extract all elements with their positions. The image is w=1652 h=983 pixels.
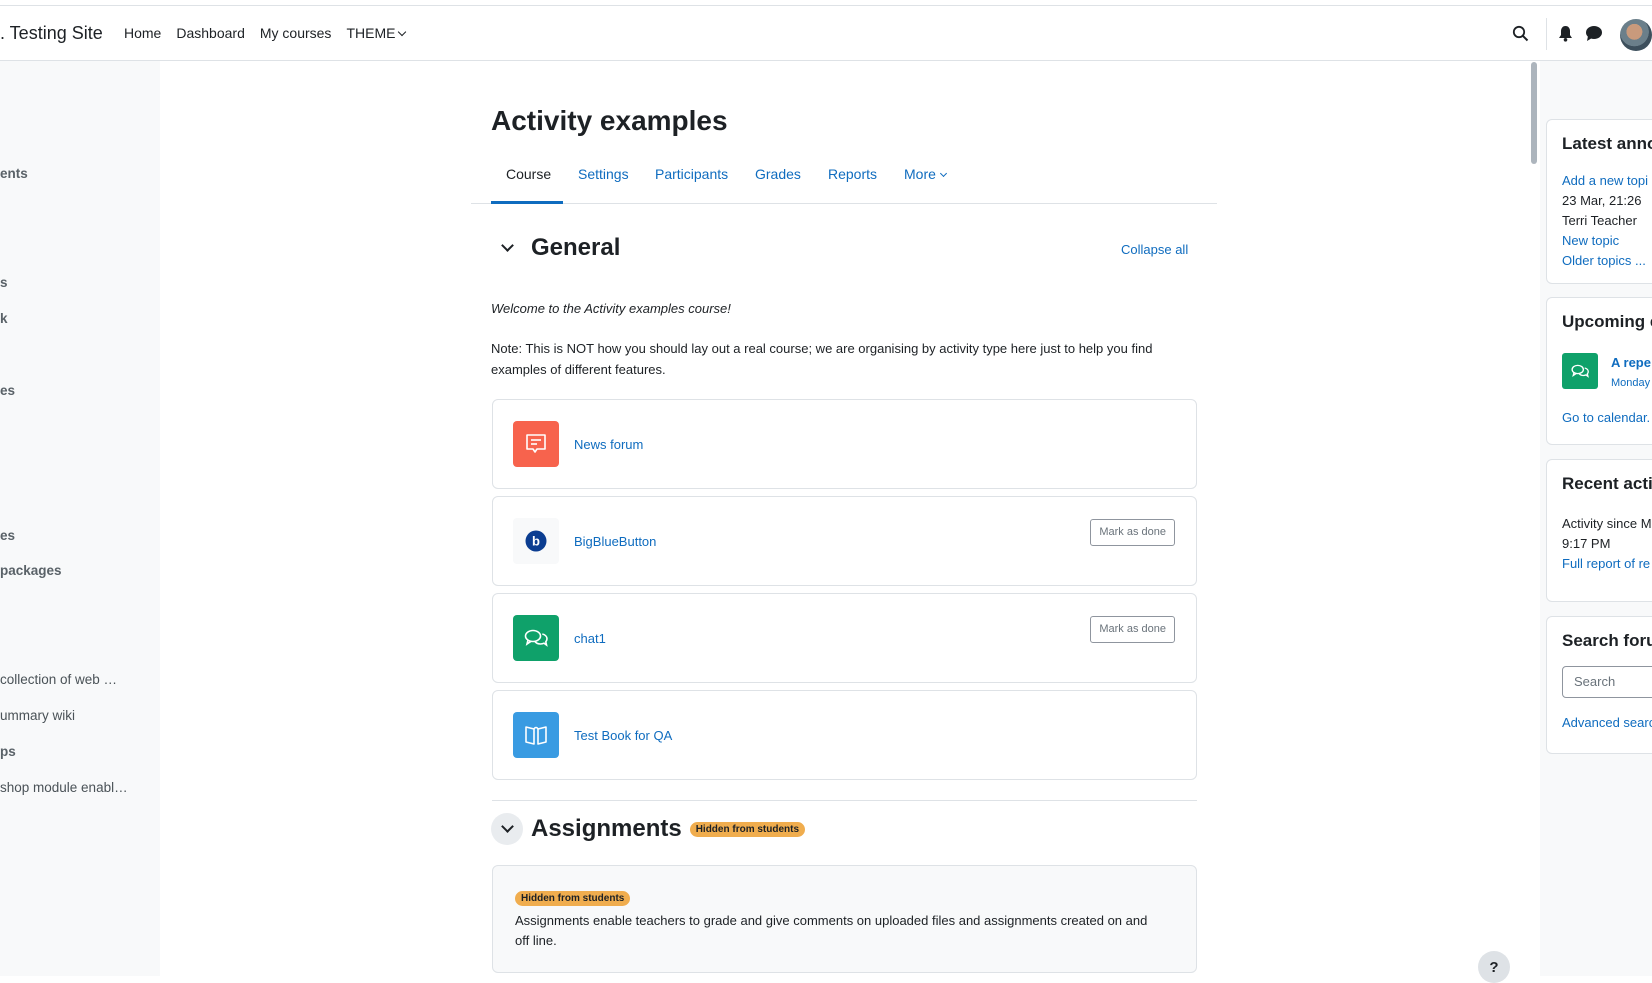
block-title: Recent acti — [1562, 474, 1652, 493]
tab-participants[interactable]: Participants — [655, 166, 728, 182]
announcement-author: Terri Teacher — [1562, 213, 1637, 228]
search-forums-input[interactable]: Search — [1562, 666, 1652, 698]
section-assignments-header: Assignments Hidden from students — [491, 813, 806, 845]
search-icon[interactable] — [1512, 25, 1529, 42]
avatar[interactable] — [1620, 19, 1652, 51]
section-summary: Hidden from students Assignments enable … — [492, 865, 1197, 973]
scrollbar-thumb[interactable] — [1531, 62, 1537, 164]
chevron-down-icon — [939, 169, 947, 178]
section-divider — [492, 800, 1197, 801]
block-latest-announcements: Latest anno Add a new topi 23 Mar, 21:26… — [1546, 119, 1652, 284]
course-secondary-navigation: Course Settings Participants Grades Repo… — [471, 150, 1217, 204]
course-index-item[interactable]: s — [0, 275, 8, 290]
navbar-divider — [1546, 18, 1547, 50]
activity-item: b BigBlueButton Mark as done — [492, 496, 1197, 586]
older-topics-link[interactable]: Older topics ... — [1562, 253, 1646, 268]
section-summary-text: Assignments enable teachers to grade and… — [515, 913, 1148, 948]
mark-as-done-button[interactable]: Mark as done — [1090, 519, 1175, 546]
advanced-search-link[interactable]: Advanced searc — [1562, 715, 1652, 730]
bigbluebutton-icon[interactable]: b — [513, 518, 559, 564]
book-icon[interactable] — [513, 712, 559, 758]
course-note-text: Note: This is NOT how you should lay out… — [491, 341, 1153, 377]
announcement-topic-link[interactable]: New topic — [1562, 233, 1619, 248]
block-title: Latest anno — [1562, 134, 1652, 153]
course-welcome-text: Welcome to the Activity examples course! — [491, 301, 731, 316]
course-index-item[interactable]: packages — [0, 563, 62, 578]
announcement-date: 23 Mar, 21:26 — [1562, 193, 1642, 208]
activity-link[interactable]: News forum — [574, 437, 643, 452]
activity-link[interactable]: Test Book for QA — [574, 728, 672, 743]
course-index-item[interactable]: ents — [0, 166, 28, 181]
page-title: Activity examples — [491, 105, 728, 136]
tab-course[interactable]: Course — [506, 166, 551, 182]
nav-dashboard[interactable]: Dashboard — [176, 25, 245, 41]
tab-more[interactable]: More — [904, 166, 947, 182]
tab-more-label: More — [904, 166, 936, 182]
activity-item: Test Book for QA — [492, 690, 1197, 780]
chat-icon — [1562, 353, 1598, 389]
course-index-item[interactable]: ps — [0, 744, 16, 759]
mark-as-done-button[interactable]: Mark as done — [1090, 616, 1175, 643]
block-upcoming-events: Upcoming e A repe Monday Go to calendar. — [1546, 297, 1652, 445]
page-scrollbar[interactable] — [1528, 61, 1540, 976]
course-index-item[interactable]: es — [0, 528, 15, 543]
primary-navigation: Home Dashboard My courses THEME — [124, 25, 420, 41]
collapse-section-button[interactable] — [491, 813, 523, 845]
event-link[interactable]: A repe — [1611, 355, 1651, 370]
chevron-down-icon — [500, 238, 514, 252]
section-general-header: General — [491, 232, 620, 264]
go-to-calendar-link[interactable]: Go to calendar. — [1562, 410, 1650, 425]
course-index-drawer: ents s k es es packages collection of we… — [0, 61, 160, 976]
hidden-from-students-badge: Hidden from students — [689, 821, 806, 837]
course-index-item[interactable]: shop module enabl… — [0, 780, 128, 795]
activity-item: News forum — [492, 399, 1197, 489]
block-recent-activity: Recent acti Activity since M 9:17 PM Ful… — [1546, 459, 1652, 602]
section-title[interactable]: Assignments — [531, 815, 682, 843]
chevron-down-icon — [500, 819, 514, 833]
tab-grades[interactable]: Grades — [755, 166, 801, 182]
activity-link[interactable]: BigBlueButton — [574, 534, 656, 549]
nav-home[interactable]: Home — [124, 25, 161, 41]
active-tab-indicator — [491, 201, 563, 204]
chat-icon[interactable] — [513, 615, 559, 661]
full-report-link[interactable]: Full report of re — [1562, 556, 1650, 571]
add-new-topic-link[interactable]: Add a new topi — [1562, 173, 1648, 188]
top-navbar: . Testing Site Home Dashboard My courses… — [0, 5, 1652, 61]
site-name[interactable]: . Testing Site — [0, 23, 103, 44]
course-index-item[interactable]: es — [0, 383, 15, 398]
svg-text:b: b — [532, 534, 540, 549]
section-title[interactable]: General — [531, 234, 620, 262]
tab-settings[interactable]: Settings — [578, 166, 629, 182]
block-search-forums: Search foru Search Advanced searc — [1546, 616, 1652, 754]
collapse-section-button[interactable] — [491, 232, 523, 264]
help-button[interactable]: ? — [1478, 951, 1510, 983]
event-date[interactable]: Monday — [1611, 377, 1650, 389]
chat-bubble-icon[interactable] — [1585, 25, 1603, 42]
activity-link[interactable]: chat1 — [574, 631, 606, 646]
block-title: Search foru — [1562, 631, 1652, 650]
bell-icon[interactable] — [1558, 25, 1573, 42]
forum-icon[interactable] — [513, 421, 559, 467]
course-index-item[interactable]: collection of web … — [0, 672, 117, 687]
block-title: Upcoming e — [1562, 312, 1652, 331]
chevron-down-icon — [398, 27, 407, 37]
nav-theme-label: THEME — [346, 25, 396, 41]
nav-theme-menu[interactable]: THEME — [346, 25, 407, 41]
nav-my-courses[interactable]: My courses — [260, 25, 332, 41]
course-index-item[interactable]: ummary wiki — [0, 708, 75, 723]
activity-since-text: Activity since M — [1562, 516, 1652, 531]
activity-since-time: 9:17 PM — [1562, 536, 1611, 551]
block-drawer: Latest anno Add a new topi 23 Mar, 21:26… — [1540, 61, 1652, 976]
tab-reports[interactable]: Reports — [828, 166, 877, 182]
collapse-all-link[interactable]: Collapse all — [1121, 242, 1188, 257]
course-index-item[interactable]: k — [0, 311, 8, 326]
hidden-from-students-badge: Hidden from students — [515, 891, 631, 906]
activity-item: chat1 Mark as done — [492, 593, 1197, 683]
